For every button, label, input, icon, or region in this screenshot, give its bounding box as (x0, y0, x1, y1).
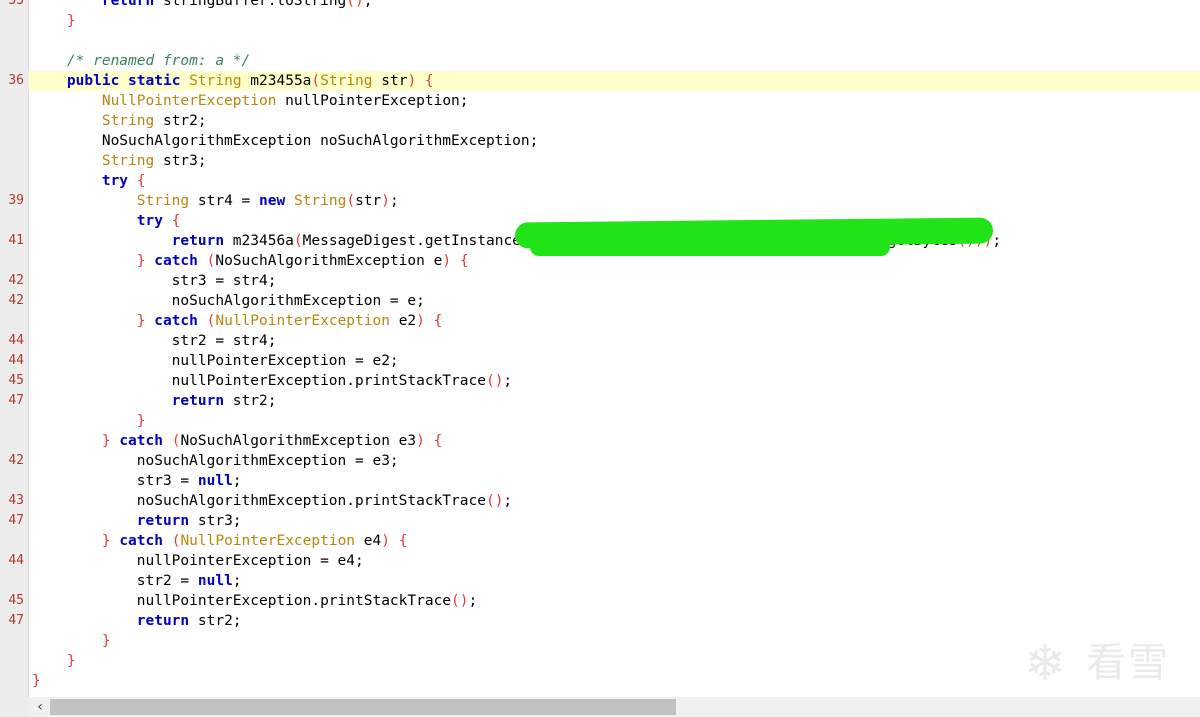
line-number: 42 (8, 293, 24, 308)
code-line[interactable]: 47 return str2; (0, 391, 1200, 411)
line-number: 36 (8, 73, 24, 88)
code-text: } catch (NullPointerException e4) { (101, 533, 408, 549)
horizontal-scrollbar[interactable]: ‹ (28, 697, 1200, 717)
code-text: noSuchAlgorithmException = e; (32, 293, 425, 309)
line-number: 43 (8, 493, 24, 508)
line-number: 47 (8, 613, 24, 628)
code-line[interactable]: } (0, 671, 1200, 691)
code-text: } (66, 13, 76, 29)
highlight-marker-stroke-lower (530, 238, 890, 256)
code-text: return str3; (136, 513, 242, 529)
code-text: return str2; (171, 393, 277, 409)
code-line[interactable]: } (0, 651, 1200, 671)
code-line[interactable]: } (0, 11, 1200, 31)
line-number: 45 (8, 593, 24, 608)
snowflake-icon: ❄ (1024, 634, 1066, 692)
line-number: 47 (8, 513, 24, 528)
code-line[interactable]: } catch (NullPointerException e2) { (0, 311, 1200, 331)
code-text: return stringBuffer.toString(); (101, 0, 373, 9)
code-line[interactable]: 44 str2 = str4; (0, 331, 1200, 351)
code-line[interactable] (0, 31, 1200, 51)
code-line[interactable]: try { (0, 171, 1200, 191)
code-line[interactable]: 47 return str3; (0, 511, 1200, 531)
code-text: NullPointerException nullPointerExceptio… (101, 93, 469, 109)
code-text: } (101, 633, 111, 649)
line-number: 44 (8, 553, 24, 568)
line-number: 42 (8, 453, 24, 468)
code-text: nullPointerException = e4; (32, 553, 364, 569)
code-line[interactable]: } catch (NullPointerException e4) { (0, 531, 1200, 551)
code-text: str2 = str4; (32, 333, 277, 349)
line-number: 39 (8, 193, 24, 208)
code-line[interactable]: 36 public static String m23455a(String s… (0, 71, 1200, 91)
line-number: 45 (8, 373, 24, 388)
code-text: } (136, 413, 146, 429)
code-text: String str2; (101, 113, 207, 129)
code-line[interactable]: 44 nullPointerException = e2; (0, 351, 1200, 371)
code-text: } (32, 673, 41, 689)
code-text: noSuchAlgorithmException.printStackTrace… (32, 493, 513, 509)
code-line[interactable]: /* renamed from: a */ (0, 51, 1200, 71)
line-number: 41 (8, 233, 24, 248)
code-line[interactable]: str3 = null; (0, 471, 1200, 491)
code-line[interactable]: 42 noSuchAlgorithmException = e3; (0, 451, 1200, 471)
scroll-left-arrow-icon[interactable]: ‹ (30, 697, 50, 717)
line-number: 33 (8, 0, 24, 8)
code-text: nullPointerException.printStackTrace(); (32, 593, 478, 609)
code-line[interactable]: String str2; (0, 111, 1200, 131)
code-text: try { (101, 173, 146, 189)
code-text: /* renamed from: a */ (66, 53, 251, 69)
code-line[interactable]: 42 noSuchAlgorithmException = e; (0, 291, 1200, 311)
code-text: NoSuchAlgorithmException noSuchAlgorithm… (32, 133, 539, 149)
code-text: str3 = str4; (32, 273, 277, 289)
code-text: nullPointerException = e2; (32, 353, 399, 369)
code-text: public static String m23455a(String str)… (66, 73, 434, 89)
code-line[interactable]: 44 nullPointerException = e4; (0, 551, 1200, 571)
code-line[interactable]: 33 return stringBuffer.toString(); (0, 0, 1200, 11)
line-number: 47 (8, 393, 24, 408)
line-number: 44 (8, 353, 24, 368)
code-line[interactable]: String str3; (0, 151, 1200, 171)
code-line[interactable]: } catch (NoSuchAlgorithmException e3) { (0, 431, 1200, 451)
code-line[interactable]: 42 str3 = str4; (0, 271, 1200, 291)
watermark-text: 看雪 (1086, 640, 1170, 686)
code-text: str3 = null; (32, 473, 242, 489)
code-text: return str2; (136, 613, 242, 629)
code-line[interactable]: 39 String str4 = new String(str); (0, 191, 1200, 211)
code-line[interactable]: 45 nullPointerException.printStackTrace(… (0, 371, 1200, 391)
code-line[interactable]: 45 nullPointerException.printStackTrace(… (0, 591, 1200, 611)
code-line[interactable]: 43 noSuchAlgorithmException.printStackTr… (0, 491, 1200, 511)
code-line[interactable]: } (0, 631, 1200, 651)
code-text: String str4 = new String(str); (136, 193, 399, 209)
watermark-logo: ❄ 看雪 (1024, 635, 1180, 691)
code-text: } (66, 653, 76, 669)
code-line[interactable]: NullPointerException nullPointerExceptio… (0, 91, 1200, 111)
scrollbar-thumb[interactable] (50, 699, 676, 715)
code-text: noSuchAlgorithmException = e3; (32, 453, 399, 469)
line-number: 42 (8, 273, 24, 288)
code-editor[interactable]: 33 return stringBuffer.toString(); } /* … (0, 0, 1200, 691)
code-line[interactable]: } (0, 411, 1200, 431)
code-line[interactable]: 47 return str2; (0, 611, 1200, 631)
code-text: String str3; (101, 153, 207, 169)
code-line[interactable]: NoSuchAlgorithmException noSuchAlgorithm… (0, 131, 1200, 151)
code-text: try { (136, 213, 181, 229)
code-text: } catch (NoSuchAlgorithmException e3) { (101, 433, 443, 449)
code-text: str2 = null; (32, 573, 242, 589)
code-line[interactable]: str2 = null; (0, 571, 1200, 591)
code-text: } catch (NoSuchAlgorithmException e) { (136, 253, 469, 269)
line-number: 44 (8, 333, 24, 348)
code-text: } catch (NullPointerException e2) { (136, 313, 443, 329)
code-text: nullPointerException.printStackTrace(); (32, 373, 513, 389)
